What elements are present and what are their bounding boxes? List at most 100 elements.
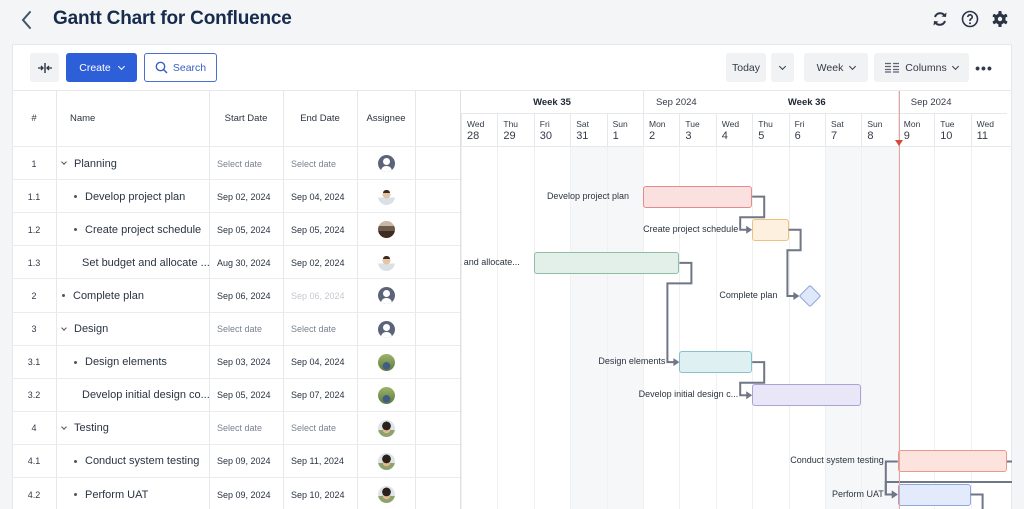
settings-gear-icon[interactable] [990,9,1010,29]
table-row[interactable]: 1.2 Create project schedule Sep 05, 2024 Se… [12,212,460,245]
header-assignee[interactable]: Assignee [357,91,415,146]
start-date-cell[interactable]: Select date [209,412,283,445]
avatar[interactable] [377,386,395,404]
assignee-cell[interactable] [357,346,415,379]
header-start-date[interactable]: Start Date [209,91,283,146]
start-date-cell[interactable]: Select date [209,147,283,180]
table-row[interactable]: 1 Planning Select date Select date [12,146,460,179]
table-row[interactable]: 1.3 Set budget and allocate ... Aug 30, 20… [12,245,460,278]
end-date-cell[interactable]: Sep 05, 2024 [283,213,357,246]
day-of-week: Wed [721,119,740,129]
start-date-cell[interactable]: Aug 30, 2024 [209,246,283,279]
start-date-cell[interactable]: Sep 05, 2024 [209,379,283,412]
day-number: 5 [758,130,765,142]
task-name[interactable]: Design elements [56,346,209,379]
end-date-cell[interactable]: Sep 02, 2024 [283,246,357,279]
end-date-cell[interactable]: Sep 06, 2024 [283,279,357,312]
avatar[interactable] [377,419,395,437]
end-date-cell[interactable]: Sep 10, 2024 [283,478,357,509]
start-date-cell[interactable]: Sep 06, 2024 [209,279,283,312]
end-date-cell[interactable]: Select date [283,147,357,180]
task-name[interactable]: Set budget and allocate ... [56,246,209,279]
dependency-link[interactable] [739,195,766,231]
assignee-cell[interactable] [357,180,415,213]
dependency-link[interactable] [970,493,984,509]
task-name[interactable]: Develop initial design co... [56,379,209,412]
start-date-cell[interactable]: Sep 02, 2024 [209,180,283,213]
avatar[interactable] [377,254,395,272]
end-date-cell[interactable]: Select date [283,412,357,445]
today-dropdown-button[interactable] [771,53,794,82]
task-name[interactable]: Create project schedule [56,213,209,246]
table-row[interactable]: 4.1 Conduct system testing Sep 09, 2024 Sep… [12,443,460,478]
dependency-link[interactable] [739,361,766,397]
table-row[interactable]: 1.1 Develop project plan Sep 02, 2024 Sep 0… [12,179,460,212]
task-name[interactable]: Develop project plan [56,180,209,213]
assignee-cell[interactable] [357,246,415,279]
start-date-cell[interactable]: Select date [209,313,283,346]
expand-chevron-icon[interactable] [61,423,67,430]
search-button[interactable]: Search [144,53,217,82]
start-date-cell[interactable]: Sep 03, 2024 [209,346,283,379]
assignee-cell[interactable] [357,478,415,509]
assignee-cell[interactable] [357,147,415,180]
dependency-link[interactable] [786,228,802,297]
start-date-cell[interactable]: Sep 05, 2024 [209,213,283,246]
end-date-cell[interactable]: Sep 11, 2024 [283,445,357,478]
table-row[interactable]: 4 Testing Select date Select date [12,410,460,445]
end-date-cell[interactable]: Sep 04, 2024 [283,180,357,213]
avatar[interactable] [377,353,395,371]
more-options-button[interactable]: ••• [972,53,996,82]
day-header: Wed 4 [715,113,753,146]
day-header: Wed 28 [461,113,498,146]
assignee-cell[interactable] [357,445,415,478]
header-name[interactable]: Name [56,91,209,146]
task-name[interactable]: Testing [56,412,209,445]
collapse-grid-button[interactable] [30,53,59,82]
default-user-icon[interactable] [377,320,395,338]
task-name[interactable]: Complete plan [56,279,209,312]
table-row[interactable]: 4.2 Perform UAT Sep 09, 2024 Sep 10, 2024 [12,477,460,509]
avatar[interactable] [377,188,395,206]
avatar[interactable] [377,452,395,470]
task-name[interactable]: Planning [56,147,209,180]
dependency-link[interactable] [666,261,693,364]
header-end-date[interactable]: End Date [283,91,357,146]
avatar[interactable] [377,486,395,503]
table-row[interactable]: 3 Design Select date Select date [12,311,460,346]
create-button[interactable]: Create [66,53,137,82]
time-scale-select[interactable]: Week [804,53,868,82]
assignee-cell[interactable] [357,379,415,412]
table-row[interactable]: 3.1 Design elements Sep 03, 2024 Sep 04, 20… [12,344,460,379]
link-arrow-icon [746,391,753,400]
start-date-cell[interactable]: Sep 09, 2024 [209,478,283,509]
start-date-cell[interactable]: Sep 09, 2024 [209,445,283,478]
bullet-icon [74,493,77,496]
end-date-cell[interactable]: Sep 04, 2024 [283,346,357,379]
table-row[interactable]: 3.2 Develop initial design co... Sep 05, 2… [12,377,460,412]
assignee-cell[interactable] [357,213,415,246]
expand-chevron-icon[interactable] [61,324,67,331]
table-row[interactable]: 2 Complete plan Sep 06, 2024 Sep 06, 2024 [12,278,460,311]
avatar[interactable] [377,221,395,239]
assignee-cell[interactable] [357,279,415,312]
dependency-link[interactable] [884,460,1012,496]
default-user-icon[interactable] [377,287,395,305]
end-date-cell[interactable]: Select date [283,313,357,346]
expand-chevron-icon[interactable] [61,159,67,165]
columns-button[interactable]: Columns [874,53,969,82]
task-name[interactable]: Conduct system testing [56,445,209,478]
task-name[interactable]: Design [56,313,209,346]
sync-icon[interactable] [930,9,950,29]
assignee-cell[interactable] [357,412,415,445]
task-name[interactable]: Perform UAT [56,478,209,509]
day-number: 4 [721,130,728,142]
back-chevron-icon[interactable] [16,8,38,32]
help-icon[interactable] [960,9,980,29]
today-button[interactable]: Today [726,53,766,82]
header-num[interactable]: # [12,91,56,146]
dependency-link[interactable] [884,460,898,496]
assignee-cell[interactable] [357,313,415,346]
default-user-icon[interactable] [377,155,395,172]
end-date-cell[interactable]: Sep 07, 2024 [283,379,357,412]
